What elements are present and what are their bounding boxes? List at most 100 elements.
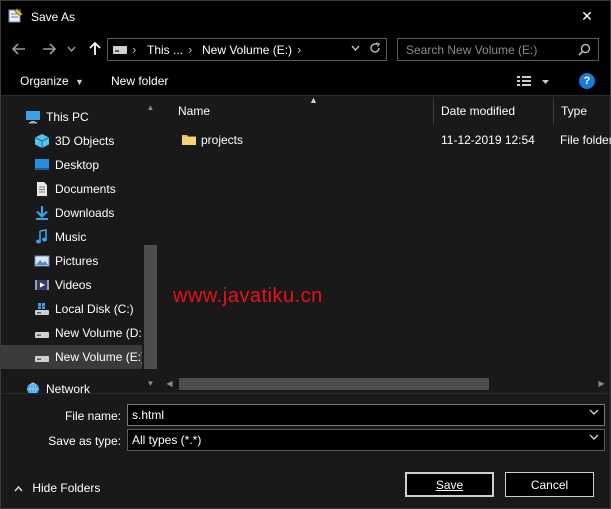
file-name-value: s.html — [132, 408, 165, 422]
address-bar[interactable]: › This ... › New Volume (E:) › — [107, 38, 387, 61]
file-name-field[interactable]: s.html — [127, 404, 605, 426]
refresh-icon — [370, 42, 380, 53]
file-row[interactable]: projects 11-12-2019 12:54 File folder — [171, 129, 611, 151]
download-icon — [34, 205, 50, 221]
sidebar-item-network[interactable]: Network — [1, 377, 142, 393]
column-header-label: Type — [561, 104, 588, 118]
sidebar-item-new-volume-e[interactable]: New Volume (E:) — [1, 345, 146, 369]
window-title: Save As — [31, 10, 76, 24]
title-bar: Save As ✕ — [1, 1, 610, 32]
chevron-up-icon — [14, 485, 23, 492]
change-view-button[interactable] — [516, 74, 550, 90]
music-icon — [34, 229, 50, 245]
sidebar-item-pictures[interactable]: Pictures — [1, 249, 142, 273]
drive-icon — [113, 46, 127, 54]
search-input[interactable]: Search New Volume (E:) — [406, 43, 537, 57]
details-view-icon — [517, 76, 549, 86]
chevron-down-icon[interactable] — [589, 432, 599, 443]
sidebar-item-downloads[interactable]: Downloads — [1, 201, 142, 225]
arrow-left-icon — [12, 43, 25, 55]
save-as-type-select[interactable]: All types (*.*) — [127, 429, 605, 451]
hide-folders-label: Hide Folders — [32, 481, 101, 495]
chevron-down-icon[interactable] — [589, 407, 599, 418]
scrollbar-thumb[interactable] — [144, 245, 157, 369]
file-list: Name ▲ Date modified Type projects 11-12… — [161, 95, 611, 393]
sidebar-item-documents[interactable]: Documents — [1, 177, 142, 201]
column-header-type[interactable]: Type — [554, 97, 611, 125]
drive-icon — [34, 349, 50, 365]
scroll-left-arrow-icon[interactable]: ◀ — [161, 375, 178, 392]
chevron-down-icon — [351, 45, 360, 52]
back-button[interactable] — [9, 40, 29, 58]
sidebar-item-label: Local Disk (C:) — [55, 302, 134, 316]
breadcrumb-separator: › — [297, 42, 302, 57]
file-name-label-text: File name: — [64, 409, 121, 423]
sidebar-item-music[interactable]: Music — [1, 225, 142, 249]
sidebar-item-new-volume-d[interactable]: New Volume (D: — [1, 321, 142, 345]
file-type: File folder — [560, 133, 611, 147]
scrollbar-thumb[interactable] — [179, 378, 489, 390]
recent-locations-button[interactable] — [64, 40, 78, 58]
sidebar-item-videos[interactable]: Videos — [1, 273, 142, 297]
search-icon — [578, 43, 591, 56]
save-form: File name: s.html Save as type: All type… — [1, 393, 610, 508]
sidebar-item-label: Music — [55, 230, 87, 244]
windows-drive-icon — [34, 301, 50, 317]
column-header-label: Name — [178, 104, 211, 118]
sort-ascending-icon: ▲ — [309, 95, 318, 105]
breadcrumb-new-volume-e[interactable]: New Volume (E:) — [202, 43, 292, 57]
column-header-label: Date modified — [441, 104, 516, 118]
refresh-button[interactable] — [369, 41, 381, 57]
drive-icon — [34, 325, 50, 341]
column-header-date-modified[interactable]: Date modified — [434, 97, 554, 125]
arrow-right-icon — [43, 43, 56, 55]
save-label: Save — [435, 477, 464, 492]
cube-icon — [34, 133, 50, 149]
save-button[interactable]: Save — [405, 472, 494, 497]
sidebar-item-label: 3D Objects — [55, 134, 115, 148]
scroll-down-arrow-icon[interactable]: ▼ — [142, 375, 159, 391]
file-date-modified: 11-12-2019 12:54 — [441, 133, 535, 147]
save-as-type-label-text: Save as type: — [48, 434, 121, 448]
column-header-name[interactable]: Name ▲ — [171, 95, 434, 125]
sidebar-item-local-disk-c[interactable]: Local Disk (C:) — [1, 297, 142, 321]
sidebar-item-label: Videos — [55, 278, 92, 292]
sidebar-item-desktop[interactable]: Desktop — [1, 153, 142, 177]
caret-down-icon: ▼ — [75, 77, 84, 87]
hide-folders-button[interactable]: Hide Folders — [14, 481, 100, 495]
help-button[interactable]: ? — [579, 73, 595, 89]
sidebar-item-label: New Volume (D: — [55, 326, 142, 340]
navigation-pane-scrollbar[interactable]: ▲ ▼ — [142, 97, 159, 393]
scroll-up-arrow-icon[interactable]: ▲ — [142, 99, 159, 115]
organize-button[interactable]: Organize ▼ — [20, 74, 84, 88]
sidebar-item-label: Downloads — [55, 206, 115, 220]
sidebar-item-label: Network — [46, 382, 91, 393]
navigation-pane: This PC 3D Objects Desktop Documents Downloa… — [1, 97, 159, 393]
cancel-button[interactable]: Cancel — [505, 472, 594, 497]
sidebar-item-label: Pictures — [55, 254, 99, 268]
scroll-right-arrow-icon[interactable]: ▶ — [593, 375, 610, 392]
save-as-dialog: Save As ✕ › This ... › New Volume (E:) › — [0, 0, 611, 509]
pictures-icon — [34, 253, 50, 269]
sidebar-item-label: This PC — [46, 110, 89, 124]
forward-button[interactable] — [39, 40, 59, 58]
close-button[interactable]: ✕ — [564, 1, 610, 32]
file-name-label: File name: — [1, 409, 121, 423]
breadcrumb-separator: › — [188, 42, 193, 57]
sidebar-item-label: New Volume (E:) — [55, 350, 146, 364]
command-bar: Organize ▼ New folder ? — [1, 66, 610, 96]
sidebar-item-label: Desktop — [55, 158, 100, 172]
close-icon: ✕ — [581, 8, 593, 24]
network-icon — [25, 381, 41, 393]
breadcrumb-this-pc[interactable]: This ... — [147, 43, 183, 57]
up-button[interactable] — [85, 40, 105, 58]
sidebar-item-label: Documents — [55, 182, 116, 196]
address-history-button[interactable] — [351, 42, 360, 54]
file-list-horizontal-scrollbar[interactable]: ◀ ▶ — [161, 375, 610, 392]
sidebar-item-3d-objects[interactable]: 3D Objects — [1, 129, 142, 153]
new-folder-button[interactable]: New folder — [111, 74, 168, 88]
sidebar-item-this-pc[interactable]: This PC — [1, 105, 142, 129]
navigation-bar: › This ... › New Volume (E:) › Search Ne… — [1, 32, 610, 66]
arrow-up-icon — [89, 42, 101, 55]
search-box[interactable]: Search New Volume (E:) — [397, 38, 599, 61]
